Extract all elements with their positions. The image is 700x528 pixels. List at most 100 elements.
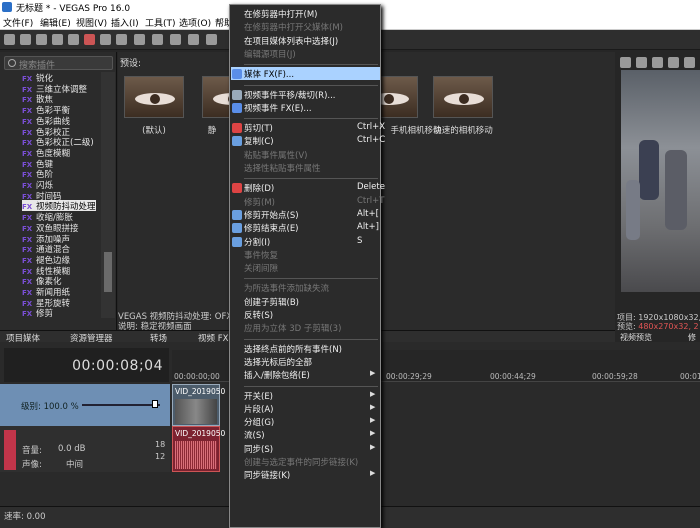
plugin-item[interactable]: FX 色度模糊 <box>22 147 70 159</box>
save-icon[interactable] <box>36 34 47 45</box>
context-menu-item[interactable]: 片段(A) ▶ <box>244 403 375 417</box>
video-clip-thumbnail <box>175 399 217 424</box>
redo-icon[interactable] <box>152 34 163 45</box>
fx-icon[interactable] <box>652 57 663 68</box>
new-project-icon[interactable] <box>4 34 15 45</box>
edit-tool-icon[interactable] <box>170 34 181 45</box>
undo-icon[interactable] <box>134 34 145 45</box>
paste-tool-icon[interactable] <box>116 34 127 45</box>
menu-edit[interactable]: 编辑(E) <box>40 16 71 29</box>
plugin-item[interactable]: FX 修剪 <box>22 307 53 318</box>
context-menu-item-label: 流(S) <box>244 431 265 442</box>
context-menu-item[interactable]: 在修剪器中打开(M) <box>244 8 317 22</box>
cut-tool-icon[interactable] <box>84 34 95 45</box>
level-slider-knob[interactable] <box>152 400 158 408</box>
context-menu-item-label: 同步(S) <box>244 444 274 455</box>
context-menu-item[interactable]: 选择光标后的全部 <box>244 356 312 370</box>
cut-icon <box>232 123 242 134</box>
scrollbar-thumb[interactable] <box>104 252 112 292</box>
plugin-item[interactable]: FX 闪烁 <box>22 179 53 191</box>
plugin-item[interactable]: FX 锐化 <box>22 72 53 84</box>
ruler-tick: 00:01:14;29 <box>680 372 700 381</box>
plugin-list-scrollbar[interactable] <box>101 72 115 318</box>
context-menu-item-label: 创建与选定事件的同步链接(K) <box>244 458 359 468</box>
properties-icon[interactable] <box>68 34 79 45</box>
context-menu-item[interactable]: 选择终点前的所有事件(N) <box>244 343 342 357</box>
plugin-item[interactable]: FX 色键 <box>22 158 53 170</box>
context-menu-item[interactable]: 插入/删除包络(E) ▶ <box>244 369 375 383</box>
context-menu-item[interactable]: 修剪开始点(S) Alt+[ <box>244 209 379 223</box>
context-menu-item[interactable]: 视频事件平移/裁切(R)... <box>244 89 336 103</box>
audio-track-header[interactable]: 音量: 0.0 dB 声像: 中间 <box>0 426 170 472</box>
context-menu-item[interactable]: 视频事件 FX(E)... <box>244 102 312 116</box>
menu-insert[interactable]: 插入(I) <box>111 16 139 29</box>
context-menu-item: 关闭间隙 <box>244 262 278 276</box>
plugin-item[interactable]: FX 三维立体调整 <box>22 83 87 95</box>
context-menu-item[interactable]: 媒体 FX(F)... <box>244 68 294 82</box>
snap-icon[interactable] <box>188 34 199 45</box>
context-menu-item-label: 在项目媒体列表中选择(J) <box>244 36 339 47</box>
context-menu-item[interactable]: 分割(I) S <box>244 236 362 250</box>
preview-tabs: 视频预览 修 <box>616 332 700 342</box>
pan-label: 声像: <box>22 460 42 470</box>
menu-view[interactable]: 视图(V) <box>76 16 107 29</box>
context-menu-item[interactable]: 分组(G) ▶ <box>244 416 375 430</box>
context-menu-item[interactable]: 修剪结束点(E) Alt+] <box>244 222 379 236</box>
plugin-item[interactable]: FX 通道混合 <box>22 243 70 255</box>
context-menu-item-label: 选择光标后的全部 <box>244 357 313 368</box>
audio-waveform <box>175 441 217 469</box>
plugin-item[interactable]: FX 收缩/膨胀 <box>22 211 73 223</box>
plugin-item[interactable]: FX 添加噪声 <box>22 233 70 245</box>
plugin-item[interactable]: FX 线性模糊 <box>22 265 70 277</box>
ripple-icon[interactable] <box>206 34 217 45</box>
context-menu-item[interactable]: 剪切(T) Ctrl+X <box>244 122 385 136</box>
copy-tool-icon[interactable] <box>100 34 111 45</box>
plugin-item[interactable]: FX 星形旋转 <box>22 297 70 309</box>
snapshot-icon[interactable] <box>684 57 695 68</box>
plugin-item[interactable]: FX 色彩平衡 <box>22 104 70 116</box>
plugin-item[interactable]: FX 色彩曲线 <box>22 115 70 127</box>
shortcut-label: Ctrl+T <box>357 195 385 206</box>
context-menu-item-label: 视频事件平移/裁切(R)... <box>244 90 336 101</box>
gear-icon[interactable] <box>620 57 631 68</box>
video-track-header[interactable]: 级别: 100.0 % <box>0 384 170 426</box>
open-icon[interactable] <box>20 34 31 45</box>
context-menu-item[interactable]: 删除(D) Delete <box>244 182 385 196</box>
plugin-item[interactable]: FX 新闻用纸 <box>22 286 70 298</box>
plugin-item[interactable]: FX 色彩校正 <box>22 126 70 138</box>
search-placeholder: 搜索插件 <box>19 61 56 71</box>
preset-thumb-default[interactable] <box>124 76 184 118</box>
menu-tools[interactable]: 工具(T) <box>145 16 176 29</box>
plugin-item[interactable]: FX 视频防抖动处理 <box>22 200 96 212</box>
render-icon[interactable] <box>52 34 63 45</box>
context-menu-item[interactable]: 流(S) ▶ <box>244 429 375 443</box>
plugin-search-input[interactable]: 搜索插件 <box>4 56 113 71</box>
context-menu-item[interactable]: 同步(S) ▶ <box>244 443 375 457</box>
plugin-item[interactable]: FX 像素化 <box>22 275 62 287</box>
context-menu-item[interactable]: 反转(S) <box>244 309 273 323</box>
fx-icon <box>232 69 242 80</box>
plugin-item[interactable]: FX 色阶 <box>22 168 53 180</box>
audio-clip[interactable]: VID_2019050 <box>172 426 225 472</box>
overlay-icon[interactable] <box>668 57 679 68</box>
context-menu-item[interactable]: 同步链接(K) ▶ <box>244 469 375 483</box>
split-view-icon[interactable] <box>636 57 647 68</box>
plugin-item[interactable]: FX 色彩校正(二级) <box>22 136 94 148</box>
context-menu-item[interactable]: 开关(E) ▶ <box>244 390 375 404</box>
menu-file[interactable]: 文件(F) <box>3 16 33 29</box>
plugin-item[interactable]: FX 双鱼眼拼接 <box>22 222 79 234</box>
context-menu-item[interactable]: 在项目媒体列表中选择(J) <box>244 35 338 49</box>
trim-icon <box>232 223 242 234</box>
context-menu-item-label: 修剪结束点(E) <box>244 224 299 235</box>
context-menu-item[interactable]: 创建子剪辑(B) <box>244 296 299 310</box>
plugin-item[interactable]: FX 时间码 <box>22 190 62 202</box>
level-slider[interactable] <box>82 404 160 406</box>
video-clip[interactable]: VID_2019050 <box>172 384 225 426</box>
search-icon <box>8 59 16 67</box>
menu-options[interactable]: 选项(O) <box>179 16 211 29</box>
plugin-item[interactable]: FX 褪色边缘 <box>22 254 70 266</box>
crop-icon <box>232 89 242 100</box>
plugin-item[interactable]: FX 散焦 <box>22 93 53 105</box>
context-menu-item[interactable]: 复制(C) Ctrl+C <box>244 135 385 149</box>
preset-thumb[interactable] <box>433 76 493 118</box>
